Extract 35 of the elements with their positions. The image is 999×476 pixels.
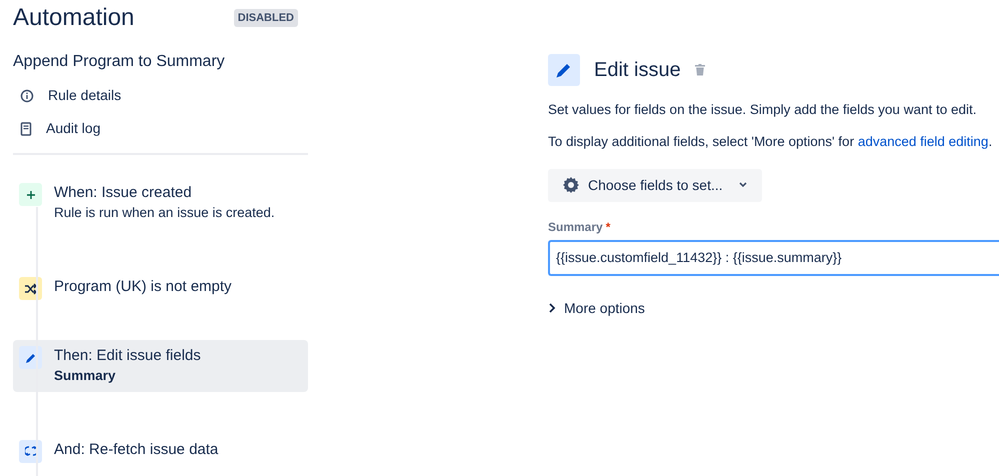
choose-fields-button[interactable]: Choose fields to set... [548,168,762,202]
pencil-icon [548,54,580,86]
required-mark: * [606,220,610,234]
settings-icon [562,176,580,194]
trash-icon[interactable] [694,64,705,76]
step-title: Program (UK) is not empty [54,277,232,297]
rule-step[interactable]: And: Re-fetch issue data [13,434,308,469]
chevron-right-icon [548,303,556,314]
description-text: To display additional fields, select 'More options' for advanced field editing. [548,133,994,152]
rule-step[interactable]: Program (UK) is not empty [13,271,308,306]
panel-title: Edit issue [594,58,681,82]
refresh-icon [19,440,42,463]
step-subtitle: Summary [54,366,117,385]
nav-item[interactable]: Audit log [13,112,308,146]
rule-name: Append Program to Summary [13,52,226,72]
shuffle-icon [19,277,42,300]
rule-step[interactable]: Then: Edit issue fields Summary [13,340,308,392]
plus-icon [19,183,42,206]
chevron-down-icon [738,181,748,189]
rule-step[interactable]: When: Issue created Rule is run when an issue is created. [13,177,308,230]
step-title: Then: Edit issue fields [54,346,201,366]
document-icon [20,122,32,136]
advanced-field-editing-link[interactable]: advanced field editing [858,134,988,150]
description-text: Set values for fields on the issue. Simply add the fields you want to edit. [548,101,978,119]
step-title: When: Issue created [54,183,193,203]
summary-field[interactable]: {{issue.customfield_11432}} : {{issue.summary}} [548,240,999,276]
more-options-toggle[interactable]: More options [548,298,645,319]
pencil-icon [19,346,42,370]
status-badge: DISABLED [234,8,298,28]
field-label: Summary * [548,218,612,236]
step-title: And: Re-fetch issue data [54,440,218,460]
nav-item[interactable]: Rule details [13,79,308,112]
info-icon [20,88,34,103]
page-title: Automation [13,4,134,32]
step-subtitle: Rule is run when an issue is created. [54,204,275,222]
